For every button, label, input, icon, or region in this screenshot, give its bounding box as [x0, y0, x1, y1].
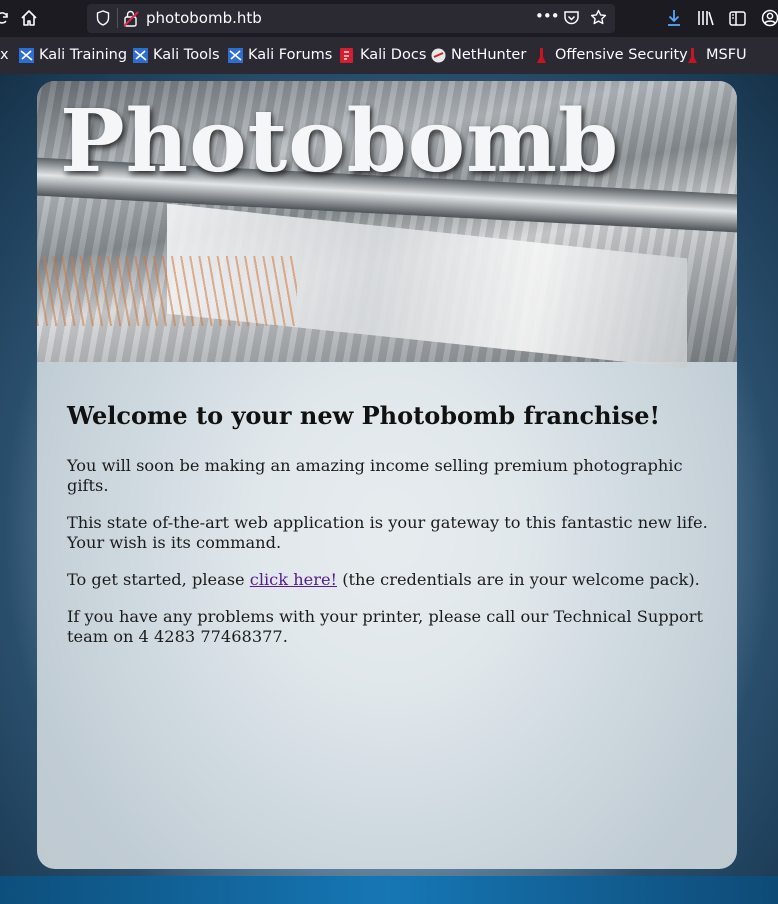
- page-actions-icon[interactable]: •••: [535, 7, 560, 25]
- url-text[interactable]: photobomb.htb: [146, 9, 262, 27]
- bookmark-kali-training[interactable]: Kali Training: [19, 47, 127, 63]
- page-viewport: Photobomb Welcome to your new Photobomb …: [0, 74, 778, 904]
- gateway-paragraph: This state of-the-art web application is…: [67, 513, 708, 552]
- bookmark-kali-forums[interactable]: Kali Forums: [228, 47, 332, 63]
- content-card: Photobomb Welcome to your new Photobomb …: [37, 81, 737, 869]
- bookmark-overflow-fragment[interactable]: x: [0, 47, 9, 63]
- nethunter-icon: [431, 48, 446, 63]
- background-photo-edge: [0, 876, 778, 904]
- support-paragraph: If you have any problems with your print…: [67, 607, 703, 646]
- bookmarks-toolbar: x Kali Training Kali Tools Kali Forums K…: [0, 37, 778, 74]
- insecure-lock-icon[interactable]: [123, 10, 139, 31]
- bookmark-kali-docs[interactable]: Kali Docs: [340, 47, 426, 63]
- bookmark-nethunter[interactable]: NetHunter: [431, 47, 526, 63]
- home-icon[interactable]: [17, 6, 41, 30]
- kali-icon: [133, 47, 148, 63]
- welcome-heading: Welcome to your new Photobomb franchise!: [67, 401, 660, 430]
- hero-title: Photobomb: [60, 91, 620, 192]
- kali-icon: [19, 47, 34, 63]
- downloads-icon[interactable]: [662, 6, 686, 30]
- url-bar[interactable]: photobomb.htb •••: [87, 4, 615, 33]
- sidebar-icon[interactable]: [725, 6, 749, 30]
- printer-sparks: [37, 256, 297, 326]
- account-icon[interactable]: [758, 6, 778, 30]
- bookmark-offensive-security[interactable]: Offensive Security: [535, 47, 688, 63]
- bookmark-msfu[interactable]: MSFU: [686, 47, 747, 63]
- intro-paragraph: You will soon be making an amazing incom…: [67, 456, 683, 495]
- reload-icon[interactable]: [0, 6, 14, 30]
- library-icon[interactable]: [694, 6, 718, 30]
- welcome-content: Welcome to your new Photobomb franchise!…: [67, 401, 712, 664]
- url-divider: [117, 8, 118, 28]
- bookmark-kali-tools[interactable]: Kali Tools: [133, 47, 220, 63]
- shield-icon[interactable]: [96, 10, 110, 30]
- offsec-icon: [686, 47, 701, 63]
- get-started-paragraph: To get started, please click here! (the …: [67, 570, 700, 589]
- kali-docs-icon: [340, 47, 355, 63]
- pocket-icon[interactable]: [563, 10, 580, 30]
- hero-printer-image: Photobomb: [37, 81, 737, 369]
- bookmark-star-icon[interactable]: [590, 9, 607, 30]
- kali-icon: [228, 47, 243, 63]
- click-here-link[interactable]: click here!: [250, 570, 337, 589]
- browser-toolbar: photobomb.htb •••: [0, 0, 778, 37]
- offsec-icon: [535, 47, 550, 63]
